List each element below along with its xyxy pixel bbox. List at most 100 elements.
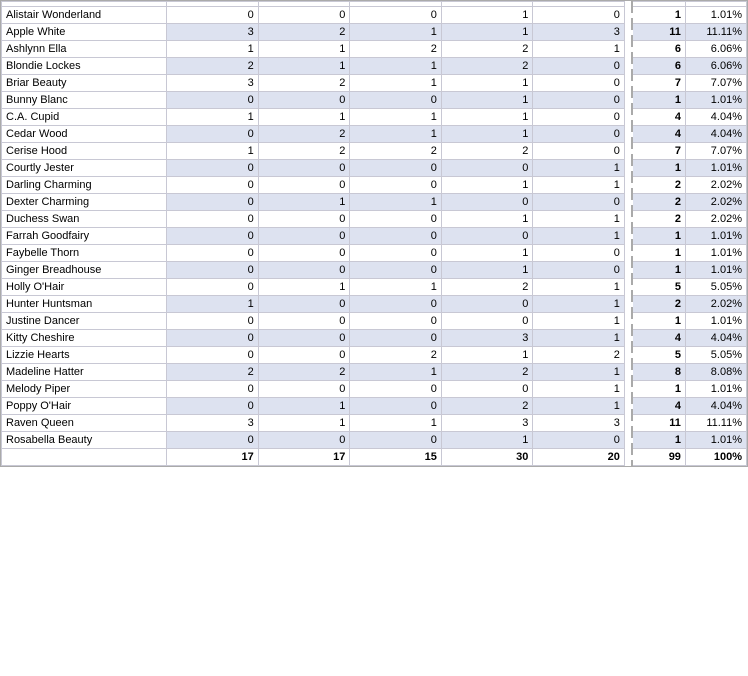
row-early2015: 1	[441, 211, 533, 228]
table-row: Bunny Blanc0001011.01%	[2, 92, 747, 109]
spacer	[624, 177, 632, 194]
row-total: 1	[632, 228, 685, 245]
row-early2014: 1	[258, 58, 350, 75]
row-late2015: 0	[533, 194, 625, 211]
row-total: 6	[632, 41, 685, 58]
row-late2013: 0	[167, 432, 259, 449]
row-total: 4	[632, 330, 685, 347]
row-total: 2	[632, 211, 685, 228]
row-name: Ashlynn Ella	[2, 41, 167, 58]
row-pct: 5.05%	[685, 347, 746, 364]
footer-row: 17 17 15 30 20 99 100%	[2, 449, 747, 466]
row-name: Justine Dancer	[2, 313, 167, 330]
row-name: Kitty Cheshire	[2, 330, 167, 347]
spacer	[624, 347, 632, 364]
row-late2015: 0	[533, 75, 625, 92]
table-row: Blondie Lockes2112066.06%	[2, 58, 747, 75]
row-late2014: 1	[350, 75, 442, 92]
row-early2015: 2	[441, 58, 533, 75]
row-late2014: 0	[350, 160, 442, 177]
row-late2013: 1	[167, 109, 259, 126]
spacer	[624, 24, 632, 41]
row-late2015: 3	[533, 24, 625, 41]
row-total: 1	[632, 245, 685, 262]
row-total: 1	[632, 381, 685, 398]
footer-early2014: 17	[258, 449, 350, 466]
row-late2013: 0	[167, 330, 259, 347]
row-late2013: 1	[167, 296, 259, 313]
row-early2015: 1	[441, 245, 533, 262]
table-row: Hunter Huntsman1000122.02%	[2, 296, 747, 313]
row-late2015: 3	[533, 415, 625, 432]
table-row: Darling Charming0001122.02%	[2, 177, 747, 194]
table-row: Cerise Hood1222077.07%	[2, 143, 747, 160]
row-pct: 4.04%	[685, 109, 746, 126]
row-late2013: 3	[167, 415, 259, 432]
row-name: Faybelle Thorn	[2, 245, 167, 262]
row-early2015: 2	[441, 41, 533, 58]
row-total: 8	[632, 364, 685, 381]
row-early2015: 0	[441, 160, 533, 177]
row-early2014: 0	[258, 296, 350, 313]
row-early2015: 1	[441, 75, 533, 92]
spacer	[624, 432, 632, 449]
row-late2014: 1	[350, 415, 442, 432]
row-late2015: 1	[533, 398, 625, 415]
row-total: 1	[632, 313, 685, 330]
footer-late2013: 17	[167, 449, 259, 466]
spacer	[624, 75, 632, 92]
footer-label	[2, 449, 167, 466]
row-early2014: 1	[258, 398, 350, 415]
row-name: Lizzie Hearts	[2, 347, 167, 364]
row-late2014: 0	[350, 262, 442, 279]
table-row: Alistair Wonderland0001011.01%	[2, 7, 747, 24]
row-late2013: 2	[167, 364, 259, 381]
row-total: 5	[632, 279, 685, 296]
row-name: C.A. Cupid	[2, 109, 167, 126]
row-late2014: 0	[350, 92, 442, 109]
row-late2013: 0	[167, 347, 259, 364]
row-late2014: 2	[350, 41, 442, 58]
row-name: Cedar Wood	[2, 126, 167, 143]
spacer	[624, 211, 632, 228]
row-name: Dexter Charming	[2, 194, 167, 211]
row-early2014: 2	[258, 143, 350, 160]
table-row: Courtly Jester0000111.01%	[2, 160, 747, 177]
row-early2014: 0	[258, 92, 350, 109]
row-early2015: 1	[441, 109, 533, 126]
row-early2015: 1	[441, 126, 533, 143]
row-late2013: 0	[167, 228, 259, 245]
row-name: Poppy O'Hair	[2, 398, 167, 415]
row-late2015: 1	[533, 330, 625, 347]
spacer	[624, 381, 632, 398]
row-early2014: 0	[258, 330, 350, 347]
row-late2015: 1	[533, 211, 625, 228]
row-late2015: 0	[533, 143, 625, 160]
row-late2014: 0	[350, 313, 442, 330]
row-early2014: 0	[258, 262, 350, 279]
table-row: Cedar Wood0211044.04%	[2, 126, 747, 143]
row-late2014: 1	[350, 24, 442, 41]
table-row: Ginger Breadhouse0001011.01%	[2, 262, 747, 279]
row-late2014: 0	[350, 7, 442, 24]
row-late2015: 1	[533, 364, 625, 381]
row-early2015: 1	[441, 92, 533, 109]
row-pct: 6.06%	[685, 41, 746, 58]
row-name: Briar Beauty	[2, 75, 167, 92]
row-pct: 11.11%	[685, 24, 746, 41]
table-row: Justine Dancer0000111.01%	[2, 313, 747, 330]
row-late2014: 0	[350, 211, 442, 228]
row-late2013: 0	[167, 126, 259, 143]
row-pct: 8.08%	[685, 364, 746, 381]
spacer	[624, 415, 632, 432]
row-late2015: 1	[533, 279, 625, 296]
row-late2015: 0	[533, 262, 625, 279]
row-late2014: 1	[350, 364, 442, 381]
row-late2014: 0	[350, 381, 442, 398]
row-early2015: 1	[441, 177, 533, 194]
row-name: Farrah Goodfairy	[2, 228, 167, 245]
spacer	[624, 58, 632, 75]
row-early2015: 1	[441, 347, 533, 364]
row-pct: 1.01%	[685, 160, 746, 177]
row-late2015: 1	[533, 228, 625, 245]
